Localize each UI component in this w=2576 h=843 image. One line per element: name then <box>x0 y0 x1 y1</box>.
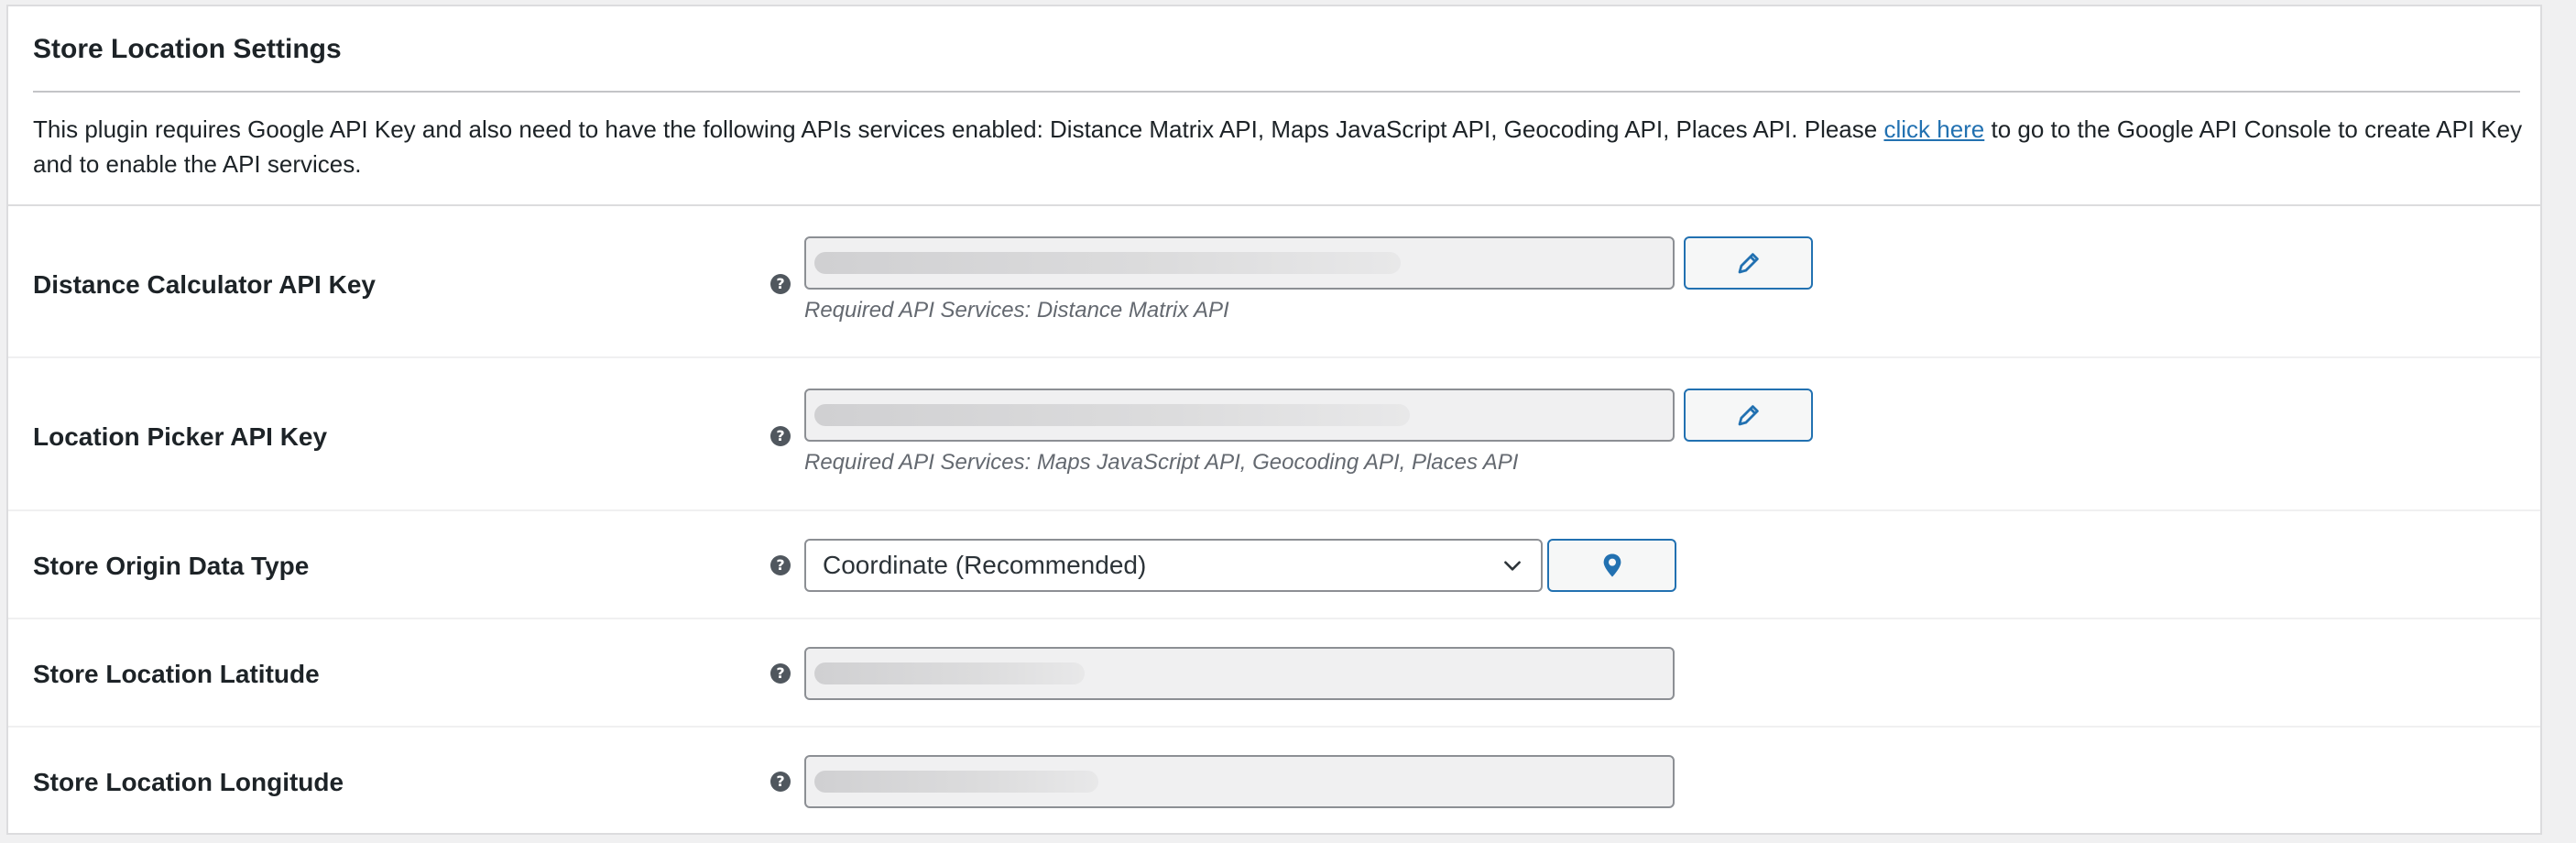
help-icon[interactable]: ? <box>770 426 791 446</box>
title-divider <box>33 91 2520 93</box>
row-distance-api-key: Distance Calculator API Key ? Required A… <box>8 206 2540 358</box>
section-title: Store Location Settings <box>33 34 342 64</box>
edit-distance-key-button[interactable] <box>1684 236 1813 290</box>
intro-text-before: This plugin requires Google API Key and … <box>33 115 1884 143</box>
store-location-longitude-label: Store Location Longitude <box>33 768 344 796</box>
distance-api-key-description: Required API Services: Distance Matrix A… <box>804 298 1229 323</box>
row-location-picker-api-key: Location Picker API Key ? Required API S… <box>8 358 2540 511</box>
redacted-value <box>814 771 1098 793</box>
section-intro: This plugin requires Google API Key and … <box>33 112 2538 181</box>
help-icon[interactable]: ? <box>770 555 791 575</box>
store-location-latitude-label: Store Location Latitude <box>33 660 320 688</box>
pencil-icon <box>1738 405 1759 426</box>
redacted-value <box>814 404 1410 426</box>
redacted-value <box>814 662 1085 684</box>
redacted-value <box>814 252 1401 274</box>
settings-panel: Store Location Settings This plugin requ… <box>6 5 2542 835</box>
row-store-location-longitude: Store Location Longitude ? <box>8 728 2540 835</box>
store-origin-data-type-select[interactable]: Coordinate (Recommended) <box>804 539 1543 592</box>
select-value: Coordinate (Recommended) <box>823 551 1147 579</box>
help-icon[interactable]: ? <box>770 663 791 684</box>
location-picker-api-key-description: Required API Services: Maps JavaScript A… <box>804 450 1519 475</box>
pencil-icon <box>1738 253 1759 274</box>
help-icon[interactable]: ? <box>770 772 791 792</box>
location-picker-api-key-label: Location Picker API Key <box>33 422 328 451</box>
google-console-link[interactable]: click here <box>1883 115 1984 143</box>
map-pin-icon <box>1603 553 1621 577</box>
row-store-origin-data-type: Store Origin Data Type ? Coordinate (Rec… <box>8 511 2540 619</box>
edit-location-picker-key-button[interactable] <box>1684 389 1813 442</box>
help-icon[interactable]: ? <box>770 274 791 294</box>
map-picker-button[interactable] <box>1547 539 1676 592</box>
section-header: Store Location Settings This plugin requ… <box>8 6 2540 206</box>
store-origin-data-type-label: Store Origin Data Type <box>33 552 310 580</box>
distance-api-key-label: Distance Calculator API Key <box>33 270 376 299</box>
row-store-location-latitude: Store Location Latitude ? <box>8 619 2540 728</box>
chevron-down-icon <box>1504 561 1521 571</box>
